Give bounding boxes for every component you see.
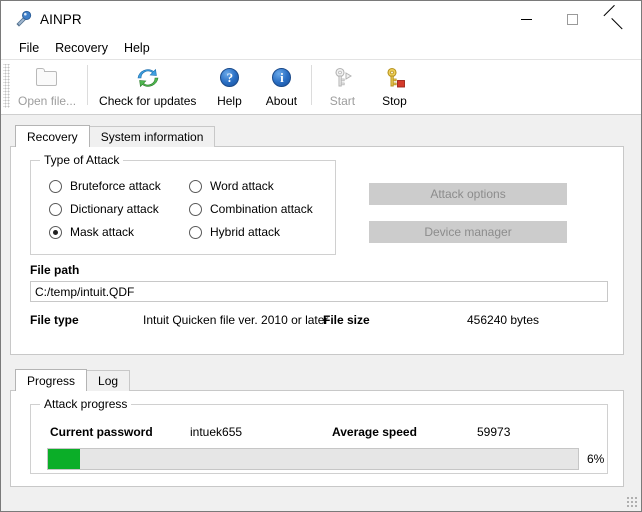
toolbar-button-start[interactable]: Start (316, 62, 368, 108)
radio-combination-attack[interactable]: Combination attack (189, 198, 313, 220)
key-stop-icon (381, 65, 407, 90)
resize-grip[interactable] (625, 495, 637, 507)
toolbar-label-check-updates: Check for updates (99, 94, 197, 108)
current-password-label: Current password (50, 425, 153, 439)
toolbar-separator-1 (87, 65, 89, 105)
window-title: AINPR (40, 11, 82, 27)
radio-mask-attack[interactable]: Mask attack (49, 221, 134, 243)
attack-progress-percent: 6% (587, 452, 605, 466)
menu-item-file[interactable]: File (11, 39, 47, 57)
attack-progress-fill (48, 449, 80, 469)
toolbar-label-about: About (265, 94, 298, 108)
app-key-icon (14, 10, 32, 28)
main-tabstrip: Recovery System information (1, 125, 641, 147)
close-button[interactable] (595, 1, 641, 37)
toolbar-label-stop: Stop (382, 94, 407, 108)
radio-bruteforce-attack[interactable]: Bruteforce attack (49, 175, 161, 197)
current-password-value: intuek655 (190, 425, 243, 439)
progress-tab-panel: Attack progress Current password intuek6… (10, 390, 624, 487)
file-type-value: Intuit Quicken file ver. 2010 or later (143, 313, 329, 327)
radio-word-attack[interactable]: Word attack (189, 175, 274, 197)
menu-item-help[interactable]: Help (116, 39, 158, 57)
minimize-button[interactable] (503, 1, 549, 37)
radio-indicator (49, 225, 62, 239)
toolbar-label-help: Help (217, 94, 242, 108)
attack-progress-group: Attack progress Current password intuek6… (30, 397, 608, 474)
file-type-label: File type (30, 313, 79, 327)
type-of-attack-group: Type of Attack Bruteforce attack Diction… (30, 153, 336, 255)
radio-label: Combination attack (210, 202, 313, 216)
toolbar: Open file... Check for updates ? Help i … (1, 59, 641, 115)
menu-bar: File Recovery Help (1, 37, 641, 59)
toolbar-separator-2 (311, 65, 313, 105)
radio-label: Bruteforce attack (70, 179, 161, 193)
radio-label: Mask attack (70, 225, 135, 239)
toolbar-label-open-file: Open file... (18, 94, 77, 108)
radio-indicator (189, 202, 202, 216)
radio-indicator (49, 179, 62, 193)
question-circle-icon: ? (216, 65, 242, 90)
maximize-icon (566, 13, 578, 25)
main-tab-area: Recovery System information Type of Atta… (1, 115, 641, 355)
key-play-icon (329, 65, 355, 90)
window-controls (503, 1, 641, 37)
radio-indicator (189, 179, 202, 193)
file-size-value: 456240 bytes (467, 313, 540, 327)
title-bar: AINPR (1, 1, 641, 37)
recovery-tab-panel: Type of Attack Bruteforce attack Diction… (10, 146, 624, 355)
tab-progress[interactable]: Progress (15, 369, 88, 391)
radio-label: Dictionary attack (70, 202, 159, 216)
bottom-tabstrip: Progress Log (1, 369, 641, 391)
toolbar-button-help[interactable]: ? Help (203, 62, 255, 108)
radio-dictionary-attack[interactable]: Dictionary attack (49, 198, 159, 220)
tab-recovery[interactable]: Recovery (15, 125, 90, 147)
toolbar-button-open-file[interactable]: Open file... (11, 62, 83, 108)
radio-label: Word attack (210, 179, 274, 193)
folder-open-icon (34, 65, 60, 90)
file-path-label: File path (30, 263, 80, 277)
toolbar-label-start: Start (329, 94, 356, 108)
file-size-label: File size (323, 313, 370, 327)
radio-indicator (49, 202, 62, 216)
average-speed-value: 59973 (477, 425, 511, 439)
toolbar-button-check-updates[interactable]: Check for updates (92, 62, 203, 108)
bottom-tab-area: Progress Log Attack progress Current pas… (1, 355, 641, 487)
toolbar-grip[interactable] (3, 64, 10, 108)
info-circle-icon: i (268, 65, 294, 90)
maximize-button[interactable] (549, 1, 595, 37)
file-path-input[interactable] (30, 281, 608, 302)
tab-log[interactable]: Log (86, 370, 131, 391)
device-manager-button[interactable]: Device manager (369, 221, 567, 243)
attack-progress-bar (47, 448, 579, 470)
attack-options-button[interactable]: Attack options (369, 183, 567, 205)
average-speed-label: Average speed (332, 425, 417, 439)
menu-item-recovery[interactable]: Recovery (47, 39, 116, 57)
application-window: AINPR File Recovery Help Open file... Ch… (0, 0, 642, 512)
refresh-icon (135, 65, 161, 90)
attack-progress-title: Attack progress (40, 397, 132, 411)
toolbar-button-about[interactable]: i About (255, 62, 307, 108)
toolbar-button-stop[interactable]: Stop (368, 62, 420, 108)
radio-indicator (189, 225, 202, 239)
close-icon (612, 13, 624, 25)
type-of-attack-title: Type of Attack (40, 153, 124, 167)
tab-system-information[interactable]: System information (88, 126, 216, 147)
minimize-icon (520, 18, 532, 20)
radio-hybrid-attack[interactable]: Hybrid attack (189, 221, 280, 243)
radio-label: Hybrid attack (210, 225, 281, 239)
